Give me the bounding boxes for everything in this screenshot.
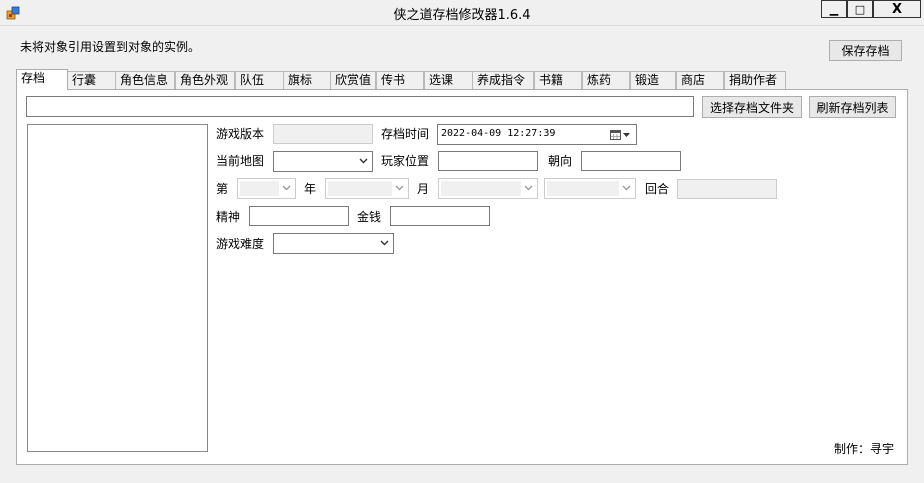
money-field[interactable]: [390, 206, 490, 226]
status-message: 未将对象引用设置到对象的实例。: [20, 40, 201, 54]
tab-books[interactable]: 书籍: [534, 71, 582, 89]
tab-donate[interactable]: 捐助作者: [724, 71, 786, 89]
chevron-down-icon: [622, 185, 631, 191]
difficulty-select[interactable]: [273, 233, 394, 254]
chevron-down-icon: [282, 185, 291, 191]
round-field: [677, 179, 777, 199]
minimize-button[interactable]: ▁: [821, 0, 847, 18]
year-select[interactable]: [325, 178, 409, 199]
game-version-field: [273, 124, 373, 144]
facing-field[interactable]: [581, 151, 681, 171]
tab-forging[interactable]: 锻造: [630, 71, 676, 89]
tab-character-appearance[interactable]: 角色外观: [175, 71, 235, 89]
current-map-label: 当前地图: [216, 154, 265, 168]
day-select[interactable]: [544, 178, 636, 199]
credit-text: 制作：寻宇: [834, 442, 895, 456]
di-label: 第: [216, 182, 229, 196]
chevron-down-icon: [524, 185, 533, 191]
title-bar: 侠之道存档修改器1.6.4 ▁ □ X: [0, 0, 924, 26]
facing-label: 朝向: [548, 154, 573, 168]
day-select-fill: [547, 181, 619, 196]
month-select[interactable]: [438, 178, 538, 199]
tab-appreciation[interactable]: 欣赏值: [330, 71, 376, 89]
minimize-icon: ▁: [829, 2, 839, 16]
tab-shop[interactable]: 商店: [676, 71, 724, 89]
save-time-value: 2022-04-09 12:27:39: [441, 128, 556, 139]
tab-alchemy[interactable]: 炼药: [582, 71, 630, 89]
difficulty-label: 游戏难度: [216, 237, 265, 251]
window-title: 侠之道存档修改器1.6.4: [393, 8, 531, 23]
game-version-label: 游戏版本: [216, 127, 265, 141]
month-label: 月: [417, 182, 430, 196]
maximize-icon: □: [854, 2, 866, 16]
close-icon: X: [891, 1, 903, 17]
save-file-list[interactable]: [27, 124, 208, 452]
tab-party[interactable]: 队伍: [235, 71, 285, 89]
refresh-save-list-button[interactable]: 刷新存档列表: [809, 96, 896, 118]
tab-courses[interactable]: 选课: [424, 71, 474, 89]
round-label: 回合: [645, 182, 670, 196]
save-button[interactable]: 保存存档: [829, 40, 902, 61]
chevron-down-icon: [359, 158, 368, 164]
tab-strip: 存档 行囊 角色信息 角色外观 队伍 旗标 欣赏值 传书 选课 养成指令 书籍 …: [16, 69, 896, 90]
tab-character-info[interactable]: 角色信息: [115, 71, 175, 89]
di-select[interactable]: [237, 178, 296, 199]
player-position-field[interactable]: [438, 151, 538, 171]
year-label: 年: [304, 182, 317, 196]
tab-save[interactable]: 存档: [16, 69, 68, 90]
chevron-down-icon: [380, 240, 389, 246]
calendar-icon[interactable]: [610, 129, 632, 141]
maximize-button[interactable]: □: [847, 0, 873, 18]
spirit-label: 精神: [216, 210, 241, 224]
money-label: 金钱: [357, 210, 382, 224]
close-button[interactable]: X: [873, 0, 921, 18]
current-map-select[interactable]: [273, 151, 373, 172]
chevron-down-icon: [395, 185, 404, 191]
save-folder-path-input[interactable]: [26, 96, 694, 117]
tab-training-commands[interactable]: 养成指令: [472, 71, 534, 89]
spirit-field[interactable]: [249, 206, 349, 226]
save-time-label: 存档时间: [381, 127, 430, 141]
tab-letters[interactable]: 传书: [376, 71, 424, 89]
tab-inventory[interactable]: 行囊: [67, 71, 119, 89]
tab-flags[interactable]: 旗标: [283, 71, 331, 89]
save-time-picker[interactable]: 2022-04-09 12:27:39: [437, 124, 637, 145]
choose-save-folder-button[interactable]: 选择存档文件夹: [702, 96, 802, 118]
month-select-fill: [441, 181, 521, 196]
year-select-fill: [328, 181, 392, 196]
player-position-label: 玩家位置: [381, 154, 430, 168]
di-select-fill: [240, 181, 279, 196]
